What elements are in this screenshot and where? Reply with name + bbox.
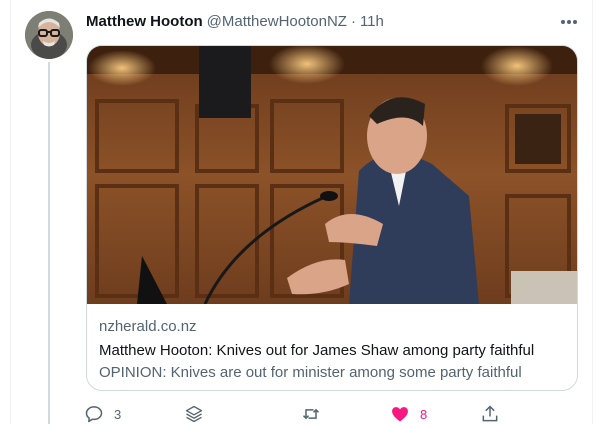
- retweet-button[interactable]: [300, 402, 322, 426]
- heart-icon: [392, 407, 408, 422]
- author-handle[interactable]: @MatthewHootonNZ: [207, 13, 347, 30]
- more-icon[interactable]: [556, 13, 582, 31]
- card-text: nzherald.co.nz Matthew Hooton: Knives ou…: [99, 317, 569, 383]
- timestamp[interactable]: 11h: [360, 13, 384, 30]
- separator: ·: [350, 12, 356, 30]
- share-icon: [482, 405, 498, 422]
- retweet-icon: [302, 408, 320, 420]
- reply-count: 3: [114, 406, 122, 422]
- reply-button[interactable]: 3: [84, 402, 121, 426]
- thread-line: [48, 62, 50, 424]
- reply-icon: [85, 406, 103, 423]
- avatar[interactable]: [25, 11, 73, 59]
- link-card[interactable]: nzherald.co.nz Matthew Hooton: Knives ou…: [86, 45, 578, 391]
- tweet-actions: 3 8: [84, 402, 504, 426]
- card-image[interactable]: [87, 46, 578, 304]
- card-domain: nzherald.co.nz: [99, 318, 197, 335]
- author-name[interactable]: Matthew Hooton: [86, 13, 203, 30]
- card-title: Matthew Hooton: Knives out for James Sha…: [99, 342, 535, 359]
- stack-icon: [185, 405, 203, 423]
- like-count: 8: [420, 406, 428, 422]
- stack-button[interactable]: [184, 402, 204, 426]
- card-description: OPINION: Knives are out for minister amo…: [99, 364, 522, 381]
- tweet-header: Matthew Hooton @MatthewHootonNZ · 11h: [86, 11, 384, 31]
- like-button[interactable]: 8: [390, 402, 427, 426]
- share-button[interactable]: [480, 402, 500, 426]
